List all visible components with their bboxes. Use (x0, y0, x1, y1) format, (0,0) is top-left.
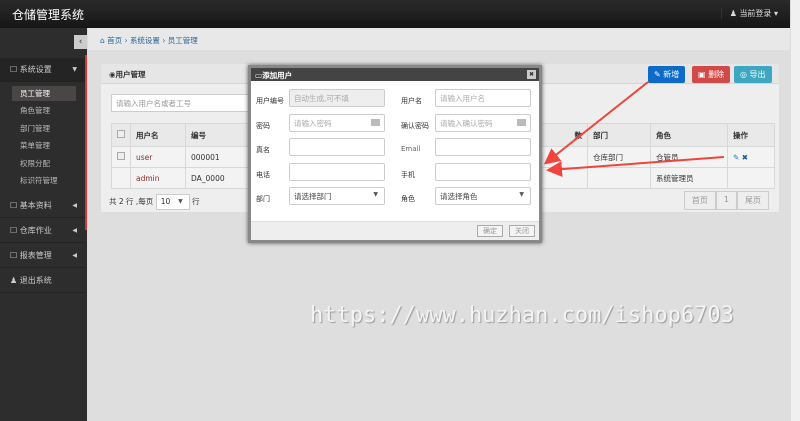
arrow-from-add (543, 81, 649, 165)
arrow-from-edit (546, 156, 725, 178)
annotation-arrows (543, 81, 725, 178)
scrollbar[interactable] (790, 0, 800, 421)
watermark: https://www.huzhan.com/ishop6703 (310, 303, 734, 328)
